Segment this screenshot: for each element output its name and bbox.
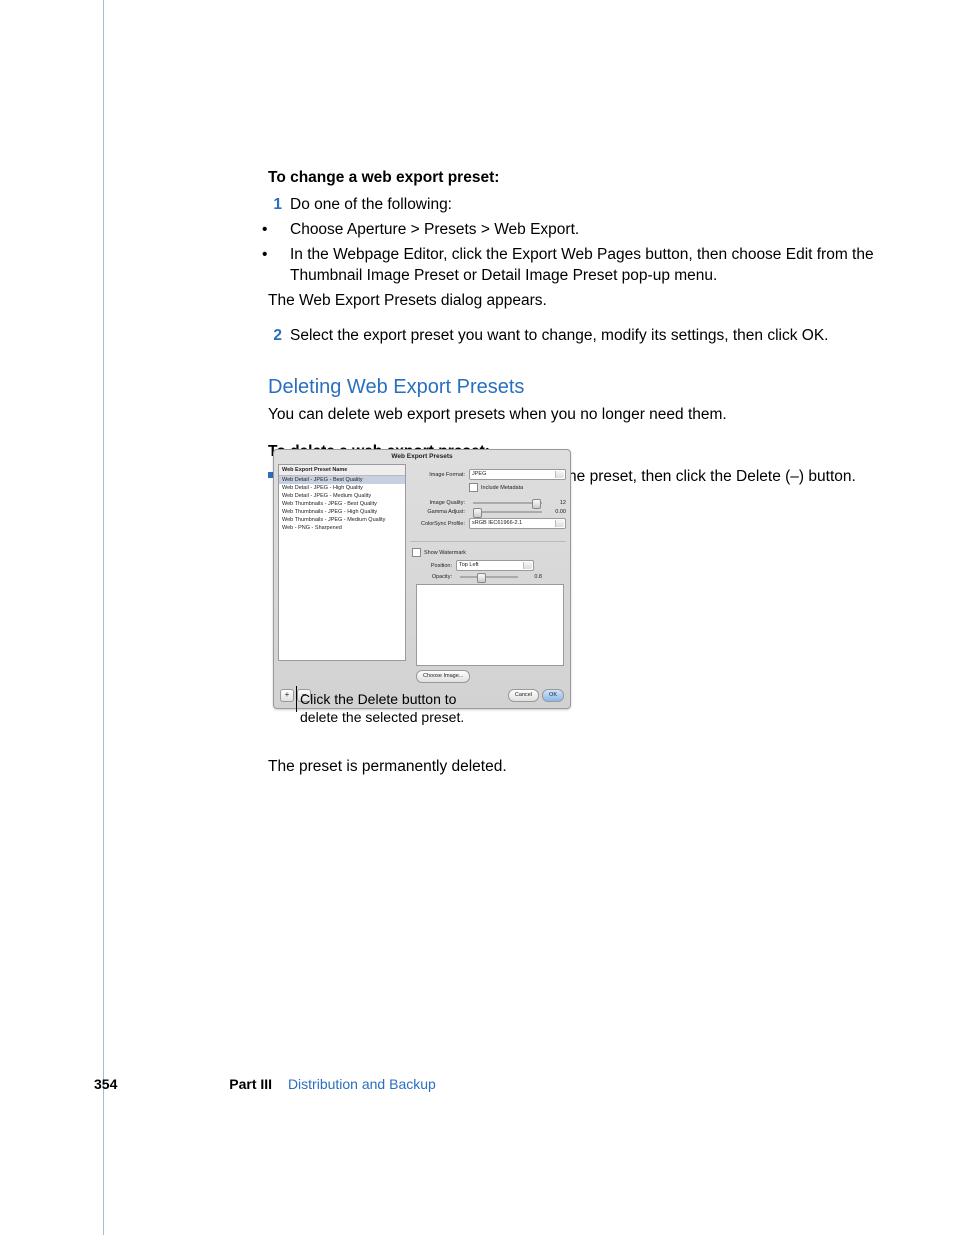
add-preset-button[interactable]: + bbox=[280, 689, 294, 702]
preset-row[interactable]: Web - PNG - Sharpened bbox=[279, 524, 405, 532]
ok-button[interactable]: OK bbox=[542, 689, 564, 702]
page-footer: 354 Part III Distribution and Backup bbox=[94, 1076, 436, 1092]
preset-row[interactable]: Web Thumbnails - JPEG - Medium Quality bbox=[279, 516, 405, 524]
bullet-item: Choose Aperture > Presets > Web Export. bbox=[290, 220, 878, 241]
page-margin-rule bbox=[103, 0, 104, 1235]
paragraph: You can delete web export presets when y… bbox=[268, 405, 878, 426]
step-2: 2Select the export preset you want to ch… bbox=[290, 326, 878, 347]
slider-opacity[interactable] bbox=[460, 576, 518, 578]
label-image-quality: Image Quality: bbox=[410, 500, 469, 506]
checkbox-include-metadata[interactable] bbox=[469, 483, 478, 492]
callout-text: Click the Delete button to delete the se… bbox=[300, 690, 480, 726]
label-include-metadata: Include Metadata bbox=[481, 485, 523, 491]
step-text: Do one of the following: bbox=[290, 196, 452, 213]
label-opacity: Opacity: bbox=[410, 574, 456, 580]
preset-list[interactable]: Web Export Preset Name Web Detail - JPEG… bbox=[278, 464, 406, 661]
section-label: Distribution and Backup bbox=[288, 1076, 436, 1092]
dialog-title: Web Export Presets bbox=[274, 450, 570, 464]
paragraph-after: The preset is permanently deleted. bbox=[268, 758, 507, 776]
label-show-watermark: Show Watermark bbox=[424, 550, 466, 556]
select-colorsync[interactable]: sRGB IEC61966-2.1 bbox=[469, 518, 566, 529]
slider-image-quality[interactable] bbox=[473, 502, 542, 504]
procedure-heading-1: To change a web export preset: bbox=[268, 168, 878, 189]
preset-row[interactable]: Web Thumbnails - JPEG - High Quality bbox=[279, 508, 405, 516]
step-1: 1Do one of the following: bbox=[290, 195, 878, 216]
select-image-format[interactable]: JPEG bbox=[469, 469, 566, 480]
value-image-quality: 12 bbox=[546, 500, 566, 506]
label-colorsync: ColorSync Profile: bbox=[410, 521, 469, 527]
bullet-item: In the Webpage Editor, click the Export … bbox=[290, 245, 878, 287]
step-number: 2 bbox=[268, 326, 290, 347]
choose-image-button[interactable]: Choose Image... bbox=[416, 670, 470, 683]
settings-pane: Image Format: JPEG Include Metadata Imag… bbox=[410, 464, 566, 683]
label-image-format: Image Format: bbox=[410, 472, 469, 478]
preset-row[interactable]: Web Detail - JPEG - High Quality bbox=[279, 484, 405, 492]
label-gamma-adjust: Gamma Adjust: bbox=[410, 509, 469, 515]
dialog-screenshot: Web Export Presets Web Export Preset Nam… bbox=[273, 449, 569, 709]
watermark-preview bbox=[416, 584, 564, 666]
step-number: 1 bbox=[268, 195, 290, 216]
preset-row[interactable]: Web Detail - JPEG - Medium Quality bbox=[279, 492, 405, 500]
cancel-button[interactable]: Cancel bbox=[508, 689, 539, 702]
label-position: Position: bbox=[410, 563, 456, 569]
part-label: Part III bbox=[229, 1076, 272, 1092]
value-gamma-adjust: 0.00 bbox=[546, 509, 566, 515]
slider-gamma-adjust[interactable] bbox=[473, 511, 542, 513]
value-opacity: 0.8 bbox=[522, 574, 542, 580]
preset-list-header: Web Export Preset Name bbox=[279, 465, 405, 476]
checkbox-show-watermark[interactable] bbox=[412, 548, 421, 557]
preset-row[interactable]: Web Detail - JPEG - Best Quality bbox=[279, 476, 405, 484]
callout-leader-line bbox=[296, 686, 297, 712]
page-number: 354 bbox=[94, 1076, 117, 1092]
step-text: Select the export preset you want to cha… bbox=[290, 327, 828, 344]
select-position[interactable]: Top Left bbox=[456, 560, 534, 571]
body-content: To change a web export preset: 1Do one o… bbox=[268, 168, 878, 492]
section-heading-deleting: Deleting Web Export Presets bbox=[268, 374, 878, 401]
paragraph: The Web Export Presets dialog appears. bbox=[268, 291, 878, 312]
preset-row[interactable]: Web Thumbnails - JPEG - Best Quality bbox=[279, 500, 405, 508]
